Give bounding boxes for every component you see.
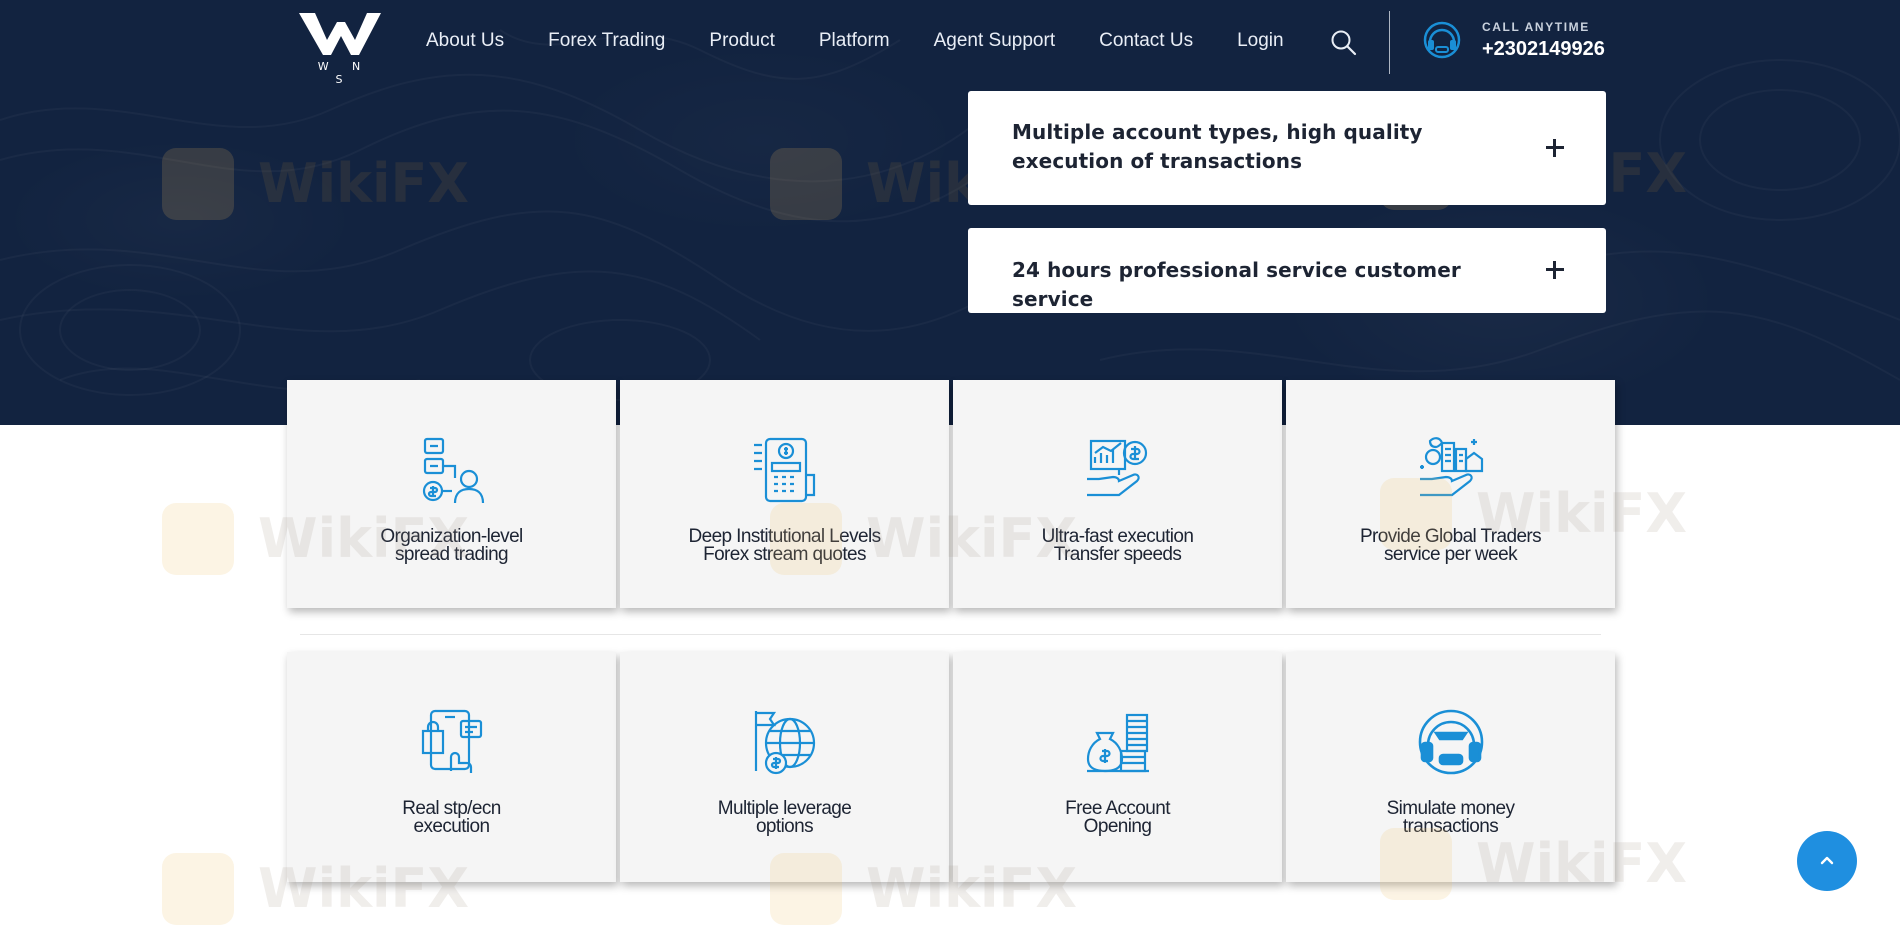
feature-caption: Deep Institutional Levels Forex stream q… (630, 527, 939, 565)
mobile-shopping-icon (421, 709, 483, 773)
feature-card: Simulate money transactions (1286, 652, 1615, 882)
caption-line: options (755, 816, 814, 837)
org-spread-icon (422, 437, 485, 504)
call-anytime-label: CALL ANYTIME (1482, 20, 1590, 34)
nav-forex-trading[interactable]: Forex Trading (548, 30, 665, 52)
caption-line: execution (413, 816, 491, 837)
accordion-title: 24 hours professional service customer s… (1012, 258, 1461, 311)
page: WikiFX WikiFX WikiFX W N S About Us Fore… (0, 0, 1900, 936)
feature-caption: Provide Global Traders service per week (1296, 527, 1605, 565)
pos-terminal-icon (754, 437, 816, 503)
headset-agent-icon (1418, 709, 1484, 775)
phone-number[interactable]: +2302149926 (1482, 38, 1605, 61)
nav-login[interactable]: Login (1237, 30, 1284, 52)
back-to-top-button[interactable] (1797, 831, 1857, 891)
search-icon[interactable] (1330, 29, 1358, 57)
header-divider (1389, 11, 1390, 74)
section-divider (300, 634, 1601, 635)
feature-card: Deep Institutional Levels Forex stream q… (620, 380, 949, 608)
feature-card: Provide Global Traders service per week (1286, 380, 1615, 608)
headset-support-icon (1423, 21, 1461, 59)
hand-chart-coin-icon (1087, 439, 1148, 497)
feature-caption: Organization-level spread trading (297, 527, 606, 565)
chevron-up-icon (1820, 856, 1834, 865)
nav-product[interactable]: Product (709, 30, 774, 52)
nav-agent-support[interactable]: Agent Support (934, 30, 1055, 52)
feature-card: Organization-level spread trading (287, 380, 616, 608)
feature-caption: Simulate money transactions (1296, 799, 1605, 837)
caption-line: transactions (1402, 816, 1499, 837)
feature-card: Real stp/ecn execution (287, 652, 616, 882)
globe-coin-icon (754, 711, 816, 775)
wns-logo[interactable]: W N S (297, 10, 383, 86)
feature-caption: Multiple leverage options (630, 799, 939, 837)
nav-platform[interactable]: Platform (819, 30, 890, 52)
feature-card: Free Account Opening (953, 652, 1282, 882)
logo-mark-icon (299, 13, 381, 55)
caption-line: service per week (1384, 544, 1518, 565)
site-header: W N S About Us Forex Trading Product Pla… (0, 0, 1900, 86)
nav-about-us[interactable]: About Us (426, 30, 504, 52)
money-bag-stack-icon (1086, 713, 1149, 773)
accordion-item-account-types[interactable]: Multiple account types, high quality exe… (968, 91, 1606, 205)
nav-contact-us[interactable]: Contact Us (1099, 30, 1193, 52)
caption-line: spread trading (394, 544, 509, 565)
caption-line: Opening (1083, 816, 1152, 837)
plus-icon[interactable] (1546, 261, 1564, 279)
feature-card: Ultra-fast execution Transfer speeds (953, 380, 1282, 608)
caption-line: Forex stream quotes (703, 544, 866, 565)
caption-line: Transfer speeds (1053, 544, 1182, 565)
feature-card: Multiple leverage options (620, 652, 949, 882)
feature-caption: Free Account Opening (963, 799, 1272, 837)
accordion-title: Multiple account types, high quality exe… (1012, 120, 1423, 173)
feature-caption: Real stp/ecn execution (297, 799, 606, 837)
plus-icon[interactable] (1546, 139, 1564, 157)
feature-caption: Ultra-fast execution Transfer speeds (963, 527, 1272, 565)
main-nav: About Us Forex Trading Product Platform … (426, 30, 1328, 52)
logo-text: W N S (317, 60, 371, 86)
hand-city-icon (1420, 437, 1484, 497)
accordion-item-customer-service[interactable]: 24 hours professional service customer s… (968, 228, 1606, 313)
